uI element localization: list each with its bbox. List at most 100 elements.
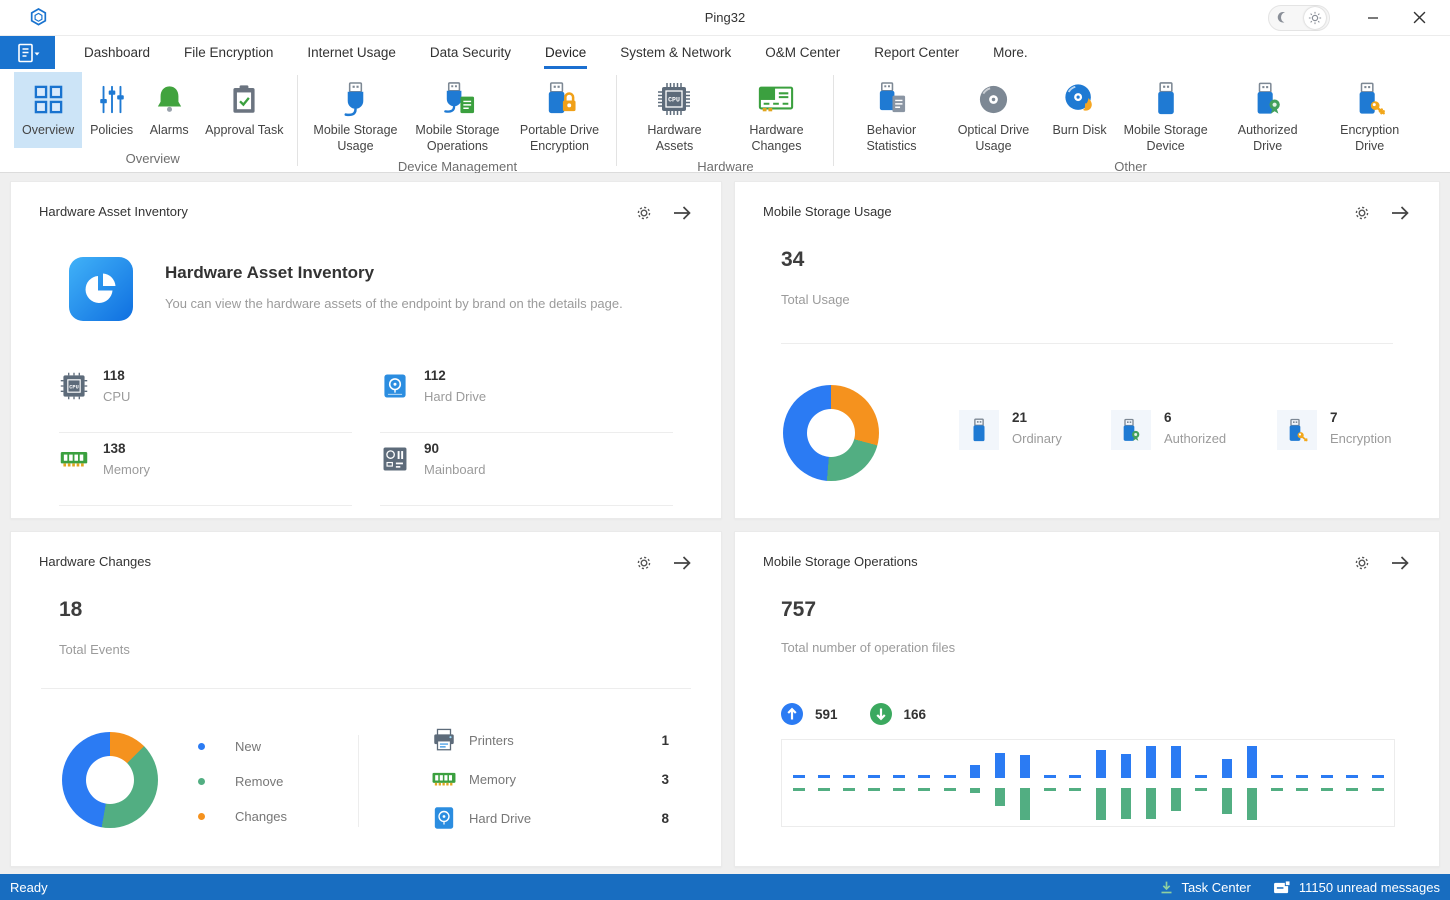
tab-data-security[interactable]: Data Security [413, 36, 528, 69]
tab-om-center[interactable]: O&M Center [748, 36, 857, 69]
tab-more[interactable]: More. [976, 36, 1045, 69]
total-usage-label: Total Usage [781, 292, 850, 307]
ribbon-item-label: Hardware Changes [733, 123, 819, 154]
ribbon-separator [297, 75, 298, 166]
card-hardware-asset-inventory: Hardware Asset Inventory Hardware Asset … [10, 181, 722, 519]
ribbon: Overview Policies Alarms [0, 69, 1450, 173]
usb-badge-icon [1111, 410, 1151, 450]
tab-dashboard[interactable]: Dashboard [67, 36, 167, 69]
row-hard-drive: Hard Drive 8 [431, 805, 669, 831]
tab-internet-usage[interactable]: Internet Usage [290, 36, 413, 69]
download-tray-icon [1159, 880, 1174, 895]
usb-cable-list-icon [439, 79, 476, 119]
ribbon-item-alarms[interactable]: Alarms [141, 72, 197, 148]
ribbon-item-encryption-drive[interactable]: Encryption Drive [1319, 72, 1421, 156]
gear-icon[interactable] [1351, 202, 1373, 224]
status-ready: Ready [10, 880, 48, 895]
hero-title: Hardware Asset Inventory [165, 263, 623, 283]
tab-file-encryption[interactable]: File Encryption [167, 36, 290, 69]
arrow-right-icon[interactable] [1389, 202, 1411, 224]
tab-report-center[interactable]: Report Center [857, 36, 976, 69]
tile-ordinary: 21 Ordinary [959, 410, 1062, 450]
row-label: Printers [469, 733, 514, 748]
ribbon-item-label: Mobile Storage Usage [312, 123, 398, 154]
ribbon-item-policies[interactable]: Policies [82, 72, 141, 148]
legend-dot-blue [198, 743, 205, 750]
usb-cable-icon [338, 79, 373, 119]
row-label: Hard Drive [469, 811, 531, 826]
gear-icon[interactable] [1351, 552, 1373, 574]
unread-messages-button[interactable]: 11150 unread messages [1273, 880, 1440, 895]
statusbar: Ready Task Center 11150 unread messages [0, 874, 1450, 900]
bar-slot [887, 741, 912, 825]
ribbon-item-label: Policies [90, 123, 133, 139]
ribbon-item-hardware-changes[interactable]: Hardware Changes [725, 72, 827, 156]
total-usage-value: 34 [781, 248, 804, 272]
arrow-right-icon[interactable] [671, 552, 693, 574]
usb-key-icon [1353, 79, 1387, 119]
card-title: Hardware Changes [39, 554, 151, 569]
bell-icon [153, 79, 186, 119]
disc-flame-icon [1063, 79, 1097, 119]
light-mode-sun-icon[interactable] [1304, 7, 1326, 29]
hero-description: You can view the hardware assets of the … [165, 296, 623, 311]
theme-toggle[interactable] [1268, 5, 1330, 31]
row-value: 3 [661, 772, 669, 787]
tile-value: 7 [1330, 410, 1391, 425]
ribbon-item-hardware-assets[interactable]: CPU Hardware Assets [623, 72, 725, 156]
upload-count: 591 [815, 707, 838, 722]
arrow-right-icon[interactable] [671, 202, 693, 224]
arrow-right-icon[interactable] [1389, 552, 1411, 574]
pie-chart-app-icon [69, 257, 133, 321]
cpu-icon: CPU [59, 371, 89, 401]
ribbon-item-burn-disk[interactable]: Burn Disk [1044, 72, 1114, 156]
ribbon-item-optical-drive-usage[interactable]: Optical Drive Usage [942, 72, 1044, 156]
stat-hard-drive: 112 Hard Drive [380, 360, 673, 433]
legend-label: Remove [235, 774, 283, 789]
task-center-button[interactable]: Task Center [1159, 880, 1250, 895]
close-button[interactable] [1398, 3, 1440, 33]
bar-slot [962, 741, 987, 825]
tab-device[interactable]: Device [528, 36, 603, 69]
unread-messages-label: 11150 unread messages [1299, 880, 1440, 895]
usb-lock-icon [542, 79, 577, 119]
stat-label: CPU [103, 389, 130, 404]
svg-text:CPU: CPU [69, 384, 79, 390]
ribbon-item-approval-task[interactable]: Approval Task [197, 72, 291, 148]
bar-slot [1038, 741, 1063, 825]
tile-label: Ordinary [1012, 431, 1062, 446]
minimize-button[interactable] [1352, 3, 1394, 33]
tile-encryption: 7 Encryption [1277, 410, 1391, 450]
ribbon-separator [616, 75, 617, 166]
dark-mode-moon-icon[interactable] [1272, 7, 1294, 29]
stat-memory: 138 Memory [59, 433, 352, 506]
app-menu-button[interactable] [0, 36, 55, 69]
cpu-chip-icon: CPU [657, 79, 691, 119]
ribbon-item-label: Encryption Drive [1327, 123, 1413, 154]
legend-label: Changes [235, 809, 287, 824]
ribbon-item-mobile-storage-device[interactable]: Mobile Storage Device [1115, 72, 1217, 156]
ribbon-item-mobile-storage-operations[interactable]: Mobile Storage Operations [406, 72, 508, 156]
card-title: Mobile Storage Usage [763, 204, 892, 219]
hero-section: Hardware Asset Inventory You can view th… [69, 257, 623, 321]
ribbon-item-overview[interactable]: Overview [14, 72, 82, 148]
menu-tabs: Dashboard File Encryption Internet Usage… [67, 36, 1045, 69]
ribbon-item-mobile-storage-usage[interactable]: Mobile Storage Usage [304, 72, 406, 156]
ribbon-item-portable-drive-encryption[interactable]: Portable Drive Encryption [508, 72, 610, 156]
gear-icon[interactable] [633, 552, 655, 574]
ribbon-group-device-management: Mobile Storage Usage Mobile Storage Oper… [300, 69, 614, 172]
bar-slot [912, 741, 937, 825]
stat-cpu: CPU 118 CPU [59, 360, 352, 433]
bar-slot [786, 741, 811, 825]
download-count: 166 [904, 707, 927, 722]
total-operations-label: Total number of operation files [781, 640, 955, 655]
gear-icon[interactable] [633, 202, 655, 224]
ribbon-item-behavior-statistics[interactable]: Behavior Statistics [840, 72, 942, 156]
total-events-value: 18 [59, 598, 82, 622]
legend-dot-orange [198, 813, 205, 820]
bar-slot [836, 741, 861, 825]
card-mobile-storage-usage: Mobile Storage Usage 34 Total Usage 21 O… [734, 181, 1440, 519]
total-events-label: Total Events [59, 642, 130, 657]
ribbon-item-authorized-drive[interactable]: Authorized Drive [1217, 72, 1319, 156]
tab-system-network[interactable]: System & Network [603, 36, 748, 69]
